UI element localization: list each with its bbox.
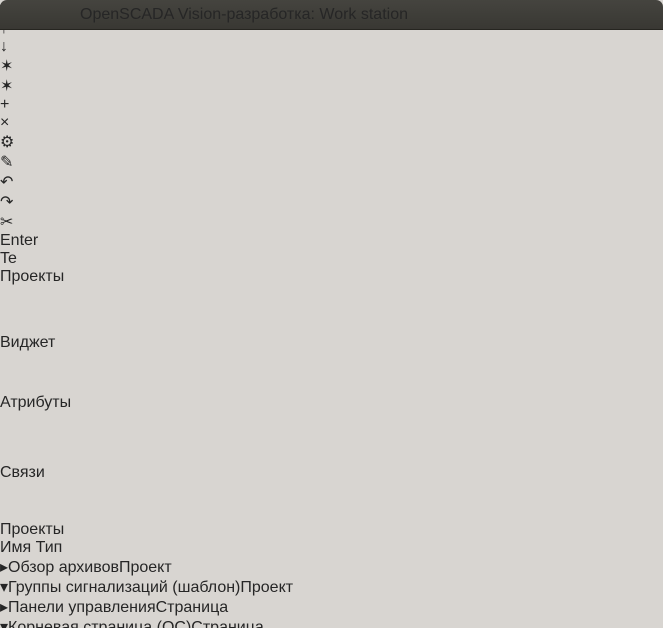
row-type: Страница (191, 619, 264, 628)
project-tree-row[interactable]: ▾Корневая страница (ОС)Страница (0, 617, 663, 628)
project-tree-row[interactable]: ▸Панели управленияСтраница (0, 597, 663, 617)
item-properties-icon: ⚙ (0, 134, 14, 151)
side-tab-widget[interactable]: Виджет (0, 334, 663, 394)
expander-icon[interactable]: ▸ (0, 559, 8, 576)
main-window: OpenSCADA Vision-разработка: Work statio… (0, 0, 663, 628)
row-type: Проект (119, 559, 172, 576)
new-project-icon: ✶ (0, 58, 13, 75)
side-tab-attributes[interactable]: Атрибуты (0, 394, 663, 464)
edit-item-button[interactable]: ✎ (0, 152, 663, 172)
expander-icon[interactable]: ▾ (0, 619, 8, 628)
row-name-cell: ▾Корневая страница (ОС) (0, 619, 191, 628)
cut-button[interactable]: ✂ (0, 212, 663, 232)
close-button[interactable] (8, 7, 24, 23)
side-tab-projects[interactable]: Проекты (0, 268, 663, 334)
delete-item-icon: × (0, 114, 9, 131)
project-tree-row[interactable]: ▾Группы сигнализаций (шаблон)Проект (0, 577, 663, 597)
undo-button[interactable]: ↶ (0, 172, 663, 192)
expander-icon[interactable]: ▾ (0, 579, 8, 596)
projects-tree-header: Имя Тип (0, 539, 663, 557)
row-type: Проект (240, 579, 293, 596)
row-label: Обзор архивов (8, 559, 119, 576)
row-label: Корневая страница (ОС) (8, 619, 191, 628)
form-elements-icon: Enter (0, 232, 38, 249)
form-elements-button[interactable]: Enter (0, 232, 663, 250)
minimize-button[interactable] (32, 7, 48, 23)
new-widget-button[interactable]: ✶ (0, 76, 663, 96)
row-label: Группы сигнализаций (шаблон) (8, 579, 240, 596)
delete-item-button[interactable]: × (0, 114, 663, 132)
projects-tree-rows: ▸Обзор архивовПроект▾Группы сигнализаций… (0, 557, 663, 628)
new-project-button[interactable]: ✶ (0, 56, 663, 76)
column-header-name[interactable]: Имя (0, 539, 31, 556)
text-element-icon: Te (0, 250, 17, 267)
row-name-cell: ▸Обзор архивов (0, 559, 119, 576)
projects-panel-titlebar: Проекты (0, 521, 663, 539)
column-header-type[interactable]: Тип (36, 539, 63, 556)
titlebar[interactable]: OpenSCADA Vision-разработка: Work statio… (0, 0, 663, 30)
side-tab-links[interactable]: Связи (0, 464, 663, 521)
redo-icon: ↷ (0, 194, 13, 211)
side-tab-strip: ПроектыВиджетАтрибутыСвязи (0, 268, 663, 521)
projects-panel-title: Проекты (0, 521, 64, 538)
row-name-cell: ▸Панели управления (0, 599, 156, 616)
row-name-cell: ▾Группы сигнализаций (шаблон) (0, 579, 240, 596)
expander-icon[interactable]: ▸ (0, 599, 8, 616)
projects-tree: Имя Тип ▸Обзор архивовПроект▾Группы сигн… (0, 539, 663, 628)
cut-icon: ✂ (0, 214, 13, 231)
row-label: Панели управления (8, 599, 156, 616)
projects-panel: Проекты Имя Тип ▸Обзор архивовПроект▾Гру… (0, 521, 663, 628)
project-tree-row[interactable]: ▸Обзор архивовПроект (0, 557, 663, 577)
save-db-icon: ↓ (0, 38, 8, 55)
item-properties-button[interactable]: ⚙ (0, 132, 663, 152)
save-db-button[interactable]: ↓ (0, 38, 663, 56)
redo-button[interactable]: ↷ (0, 192, 663, 212)
add-item-button[interactable]: + (0, 96, 663, 114)
add-item-icon: + (0, 96, 9, 113)
workspace: ПроектыВиджетАтрибутыСвязи Проекты Имя Т… (0, 268, 663, 628)
undo-icon: ↶ (0, 174, 13, 191)
row-type: Страница (156, 599, 229, 616)
window-title: OpenSCADA Vision-разработка: Work statio… (80, 6, 408, 24)
maximize-button[interactable] (56, 7, 72, 23)
edit-item-icon: ✎ (0, 154, 13, 171)
new-widget-icon: ✶ (0, 78, 13, 95)
toolbar: ▶↑↓✶✶+×⚙✎↶↷✂EnterTe (0, 0, 663, 268)
text-element-button[interactable]: Te (0, 250, 663, 268)
